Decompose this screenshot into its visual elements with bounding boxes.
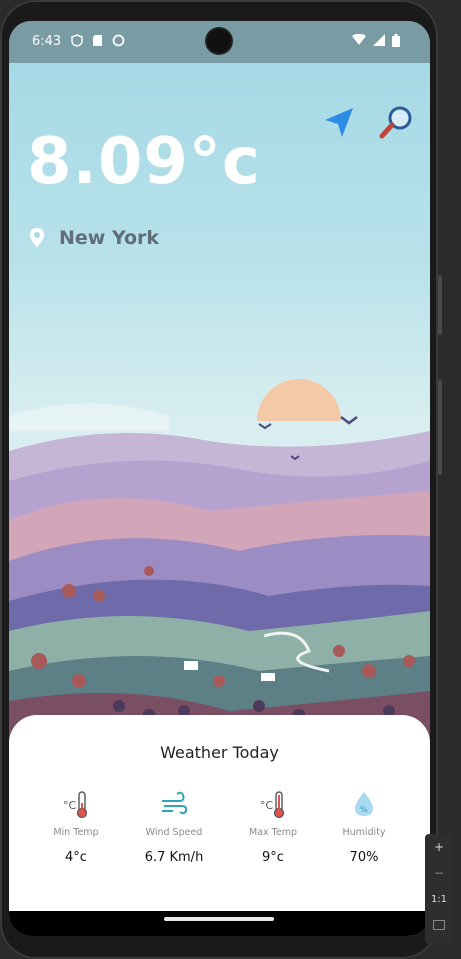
app-notification-icon bbox=[112, 34, 125, 51]
stat-label: Max Temp bbox=[249, 827, 297, 838]
zoom-in-button[interactable]: + bbox=[425, 834, 453, 860]
shield-icon bbox=[71, 34, 83, 51]
current-temperature: 8.09°c bbox=[27, 125, 261, 199]
home-gesture-handle[interactable] bbox=[164, 917, 274, 921]
stat-value: 9°c bbox=[262, 850, 284, 865]
search-city-button[interactable] bbox=[378, 103, 416, 141]
zoom-label: 1:1 bbox=[430, 893, 448, 905]
wifi-icon bbox=[352, 33, 366, 51]
stat-min-temp: °C Min Temp 4°c bbox=[26, 789, 126, 865]
emulator-zoom-panel: + − 1:1 bbox=[425, 834, 453, 944]
stat-wind-speed: Wind Speed 6.7 Km/h bbox=[124, 789, 224, 865]
system-icons bbox=[352, 33, 400, 51]
thermometer-low-icon: °C bbox=[63, 791, 88, 819]
stat-label: Min Temp bbox=[53, 827, 99, 838]
stat-humidity: % Humidity 70% bbox=[314, 789, 414, 865]
current-location-button[interactable] bbox=[321, 105, 357, 141]
status-time: 6:43 bbox=[32, 34, 62, 49]
humidity-drop-icon: % bbox=[355, 792, 373, 816]
stat-value: 4°c bbox=[65, 850, 87, 865]
wind-icon bbox=[162, 791, 188, 815]
search-icon bbox=[379, 106, 412, 139]
minus-icon: − bbox=[433, 866, 445, 880]
svg-text:°C: °C bbox=[260, 799, 274, 812]
stat-label: Humidity bbox=[342, 827, 386, 838]
stat-max-temp: °C Max Temp 9°c bbox=[223, 789, 323, 865]
front-camera bbox=[207, 29, 231, 53]
zoom-reset-button[interactable]: 1:1 bbox=[425, 886, 453, 912]
notification-icons bbox=[71, 34, 125, 51]
fit-screen-icon bbox=[433, 920, 445, 930]
phone-screen: 6:43 8.09°c New York Weather Today °C Mi… bbox=[9, 21, 430, 936]
card-title: Weather Today bbox=[160, 743, 279, 762]
location-pin-icon bbox=[30, 228, 44, 247]
stat-label: Wind Speed bbox=[145, 827, 203, 838]
volume-button[interactable] bbox=[438, 275, 442, 335]
sd-card-icon bbox=[92, 34, 103, 51]
stat-value: 6.7 Km/h bbox=[144, 850, 204, 865]
plus-icon: + bbox=[433, 840, 445, 854]
navigation-arrow-icon bbox=[325, 108, 353, 137]
battery-icon bbox=[392, 34, 400, 51]
thermometer-high-icon: °C bbox=[260, 791, 285, 819]
svg-text:°C: °C bbox=[63, 799, 77, 812]
location-row: New York bbox=[29, 227, 159, 249]
stat-value: 70% bbox=[349, 850, 379, 865]
signal-icon bbox=[373, 34, 385, 51]
city-name: New York bbox=[59, 227, 160, 249]
power-button[interactable] bbox=[438, 380, 442, 475]
status-bar: 6:43 bbox=[9, 21, 430, 63]
device-frame: 6:43 8.09°c New York Weather Today °C Mi… bbox=[0, 0, 438, 959]
fit-screen-button[interactable] bbox=[425, 912, 453, 938]
system-navigation-bar bbox=[9, 911, 430, 936]
svg-text:%: % bbox=[360, 805, 368, 814]
zoom-out-button[interactable]: − bbox=[425, 860, 453, 886]
weather-today-card: Weather Today °C Min Temp 4°c Wind Speed… bbox=[9, 715, 430, 911]
